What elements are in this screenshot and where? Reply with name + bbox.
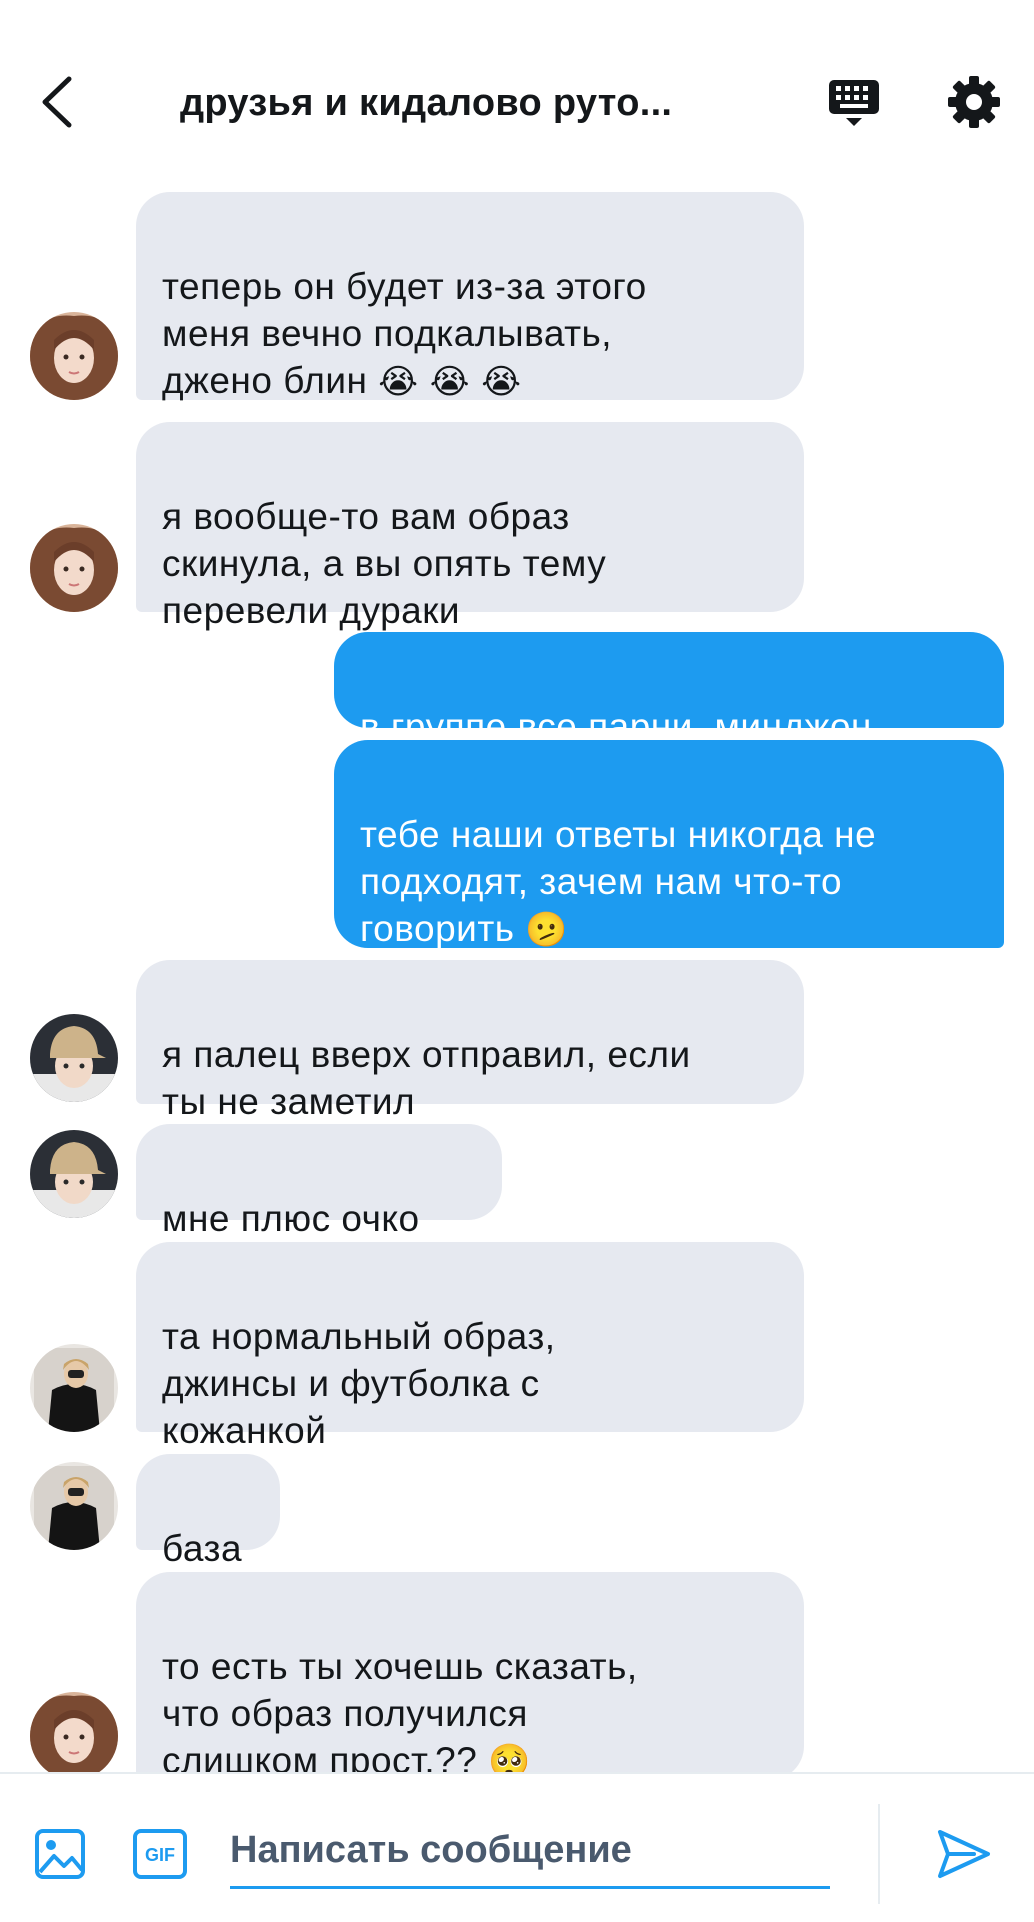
avatar-girl	[30, 312, 118, 400]
message-list[interactable]: теперь он будет из-за этого меня вечно п…	[0, 0, 1034, 1772]
message-bubble[interactable]: я палец вверх отправил, если ты не замет…	[136, 960, 804, 1122]
message-text: я палец вверх отправил, если ты не замет…	[162, 1034, 691, 1122]
avatar[interactable]	[30, 524, 118, 612]
avatar[interactable]	[30, 1344, 118, 1432]
message-text: база	[162, 1528, 243, 1569]
message-bubble[interactable]: та нормальный образ, джинсы и футболка с…	[136, 1242, 804, 1451]
avatar[interactable]	[30, 1462, 118, 1550]
avatar-dark	[30, 1462, 118, 1550]
avatar[interactable]	[30, 1692, 118, 1772]
avatar-cap	[30, 1130, 118, 1218]
gif-button[interactable]: GIF	[132, 1828, 188, 1880]
pleading-emoji: 🥺	[488, 1742, 531, 1772]
gif-icon: GIF	[133, 1829, 187, 1879]
avatar-girl	[30, 524, 118, 612]
message-bubble[interactable]: мне плюс очко	[136, 1124, 502, 1239]
message-text: та нормальный образ, джинсы и футболка с…	[162, 1316, 556, 1451]
message-bubble[interactable]: я вообще-то вам образ скинула, а вы опят…	[136, 422, 804, 631]
message-text: мне плюс очко	[162, 1198, 420, 1239]
message-bubble[interactable]: теперь он будет из-за этого меня вечно п…	[136, 192, 804, 402]
avatar-cap	[30, 1014, 118, 1102]
message-text: то есть ты хочешь сказать, что образ пол…	[162, 1646, 638, 1772]
message-bubble[interactable]: в группе все парни, минджон	[334, 632, 1004, 747]
message-input[interactable]	[230, 1814, 830, 1889]
message-composer: GIF	[0, 1772, 1034, 1922]
divider	[878, 1804, 880, 1904]
avatar-girl	[30, 1692, 118, 1772]
send-icon	[938, 1830, 990, 1878]
message-text: я вообще-то вам образ скинула, а вы опят…	[162, 496, 607, 631]
add-media-button[interactable]	[34, 1828, 86, 1880]
crying-emoji: 😭 😭 😭	[378, 362, 522, 402]
message-bubble[interactable]: база	[136, 1454, 280, 1569]
send-button[interactable]	[934, 1824, 994, 1884]
message-text: тебе наши ответы никогда не подходят, за…	[360, 814, 877, 949]
message-bubble[interactable]: то есть ты хочешь сказать, что образ пол…	[136, 1572, 804, 1772]
image-icon	[35, 1829, 85, 1879]
avatar[interactable]	[30, 312, 118, 400]
avatar[interactable]	[30, 1014, 118, 1102]
avatar-dark	[30, 1344, 118, 1432]
gif-label: GIF	[145, 1845, 175, 1865]
confused-emoji: 🫤	[525, 910, 569, 950]
avatar[interactable]	[30, 1130, 118, 1218]
message-bubble[interactable]: тебе наши ответы никогда не подходят, за…	[334, 740, 1004, 950]
